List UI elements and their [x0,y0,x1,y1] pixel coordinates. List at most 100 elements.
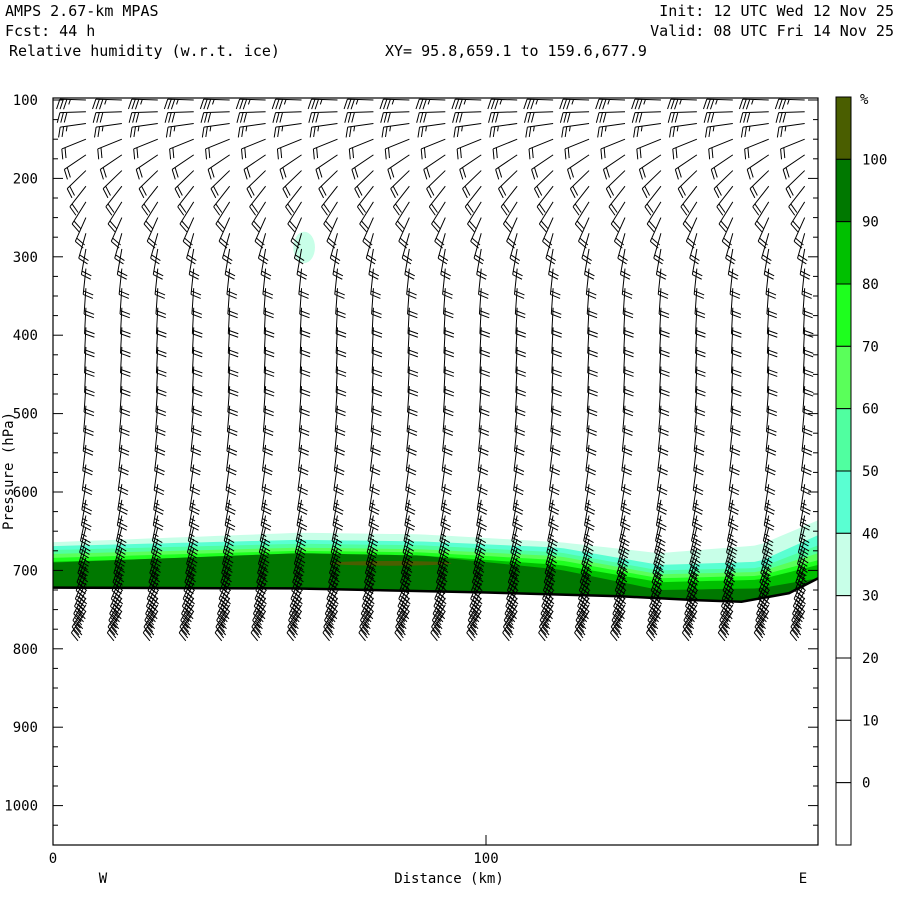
wind-barb [451,98,482,110]
wind-barb [309,123,338,138]
wind-barb [613,217,626,249]
y-tick-label: 1000 [4,799,38,815]
wind-barb [384,138,410,160]
colorbar-label: 70 [862,339,879,355]
wind-barb [345,123,374,138]
wind-barb [585,268,597,299]
wind-barb [597,123,626,138]
wind-barb [118,268,130,299]
wind-barb [746,154,770,180]
wind-barb [442,268,453,299]
wind-barb [127,98,158,110]
wind-barb [633,123,662,138]
wind-barb [561,123,590,138]
colorbar-swatch [835,96,852,160]
wind-barb [528,138,554,160]
wind-barb [343,98,374,110]
wind-barb [456,138,482,160]
wind-barb [631,111,661,123]
x-tick-label: 100 [473,851,498,867]
wind-barb [793,217,806,249]
wind-barb [667,111,697,123]
wind-barb [379,98,410,110]
east-label: E [799,871,807,887]
wind-barb [744,138,769,160]
x-tick-label: 0 [49,851,57,867]
wind-barb [685,217,698,249]
wind-barb [542,217,554,249]
y-tick-label: 300 [13,250,38,266]
wind-barb [276,138,302,160]
wind-barb [799,248,811,280]
forecast-hour: Fcst: 44 h [5,22,95,40]
wind-barb [326,217,338,249]
wind-barb [452,111,482,123]
wind-barb [655,248,667,280]
wind-barb [738,98,769,110]
wind-barb [207,154,230,180]
wind-barb [559,111,590,123]
colorbar-swatch [835,532,852,597]
wind-barb [56,111,86,123]
wind-barb [420,138,446,160]
wind-barb [657,268,669,299]
wind-barb [236,111,266,123]
y-tick-label: 200 [13,171,38,187]
wind-barb [380,111,410,123]
west-label: W [99,871,108,887]
colorbar-label: 50 [862,464,879,480]
wind-barb [578,217,590,249]
wind-barb [116,248,128,280]
wind-barb [254,217,267,249]
wind-barb [708,138,733,160]
field-name: Relative humidity (w.r.t. ice) [9,42,280,60]
wind-barb [235,98,266,110]
wind-barb [416,111,446,123]
wind-barb [710,154,734,180]
wind-barb [703,111,733,123]
wind-barb [370,268,381,299]
colorbar-swatch [835,158,852,223]
wind-barb [163,98,194,110]
wind-barb [649,217,662,249]
colorbar-swatch [835,657,852,721]
wind-barb [82,268,94,299]
init-time: Init: 12 UTC Wed 12 Nov 25 [659,2,894,20]
wind-barb [92,111,122,123]
wind-barb [513,268,525,299]
wind-barb [205,138,230,160]
wind-barb [757,217,770,249]
rh-shading [53,231,818,602]
wind-barb [404,248,416,280]
wind-barb [674,154,698,180]
wind-barb [348,138,374,160]
wind-barb [165,123,194,138]
wind-barb [621,268,633,299]
wind-barb [434,217,446,249]
wind-barb [417,123,446,138]
wind-barb [525,123,554,138]
wind-barb [495,154,518,180]
wind-barb [492,138,518,160]
wind-barb [243,154,266,180]
colorbar-label: 40 [862,526,879,542]
wind-barb [74,217,87,249]
wind-barb [478,268,489,299]
wind-barb [531,154,554,180]
colorbar-swatch [835,221,852,285]
wind-barb [368,248,380,280]
wind-barb [564,138,590,160]
wind-barb [776,123,805,138]
wind-barb [704,123,733,138]
wind-barb [600,138,626,160]
wind-barb [739,111,769,123]
rh-blob-30 [293,231,315,264]
wind-barb [775,111,805,123]
wind-barb [128,111,158,123]
colorbar-label: 0 [862,776,870,792]
wind-barb [273,123,302,138]
wind-barb [691,248,703,280]
wind-barb [169,138,194,160]
colorbar-label: 10 [862,713,879,729]
wind-barb [315,154,338,180]
